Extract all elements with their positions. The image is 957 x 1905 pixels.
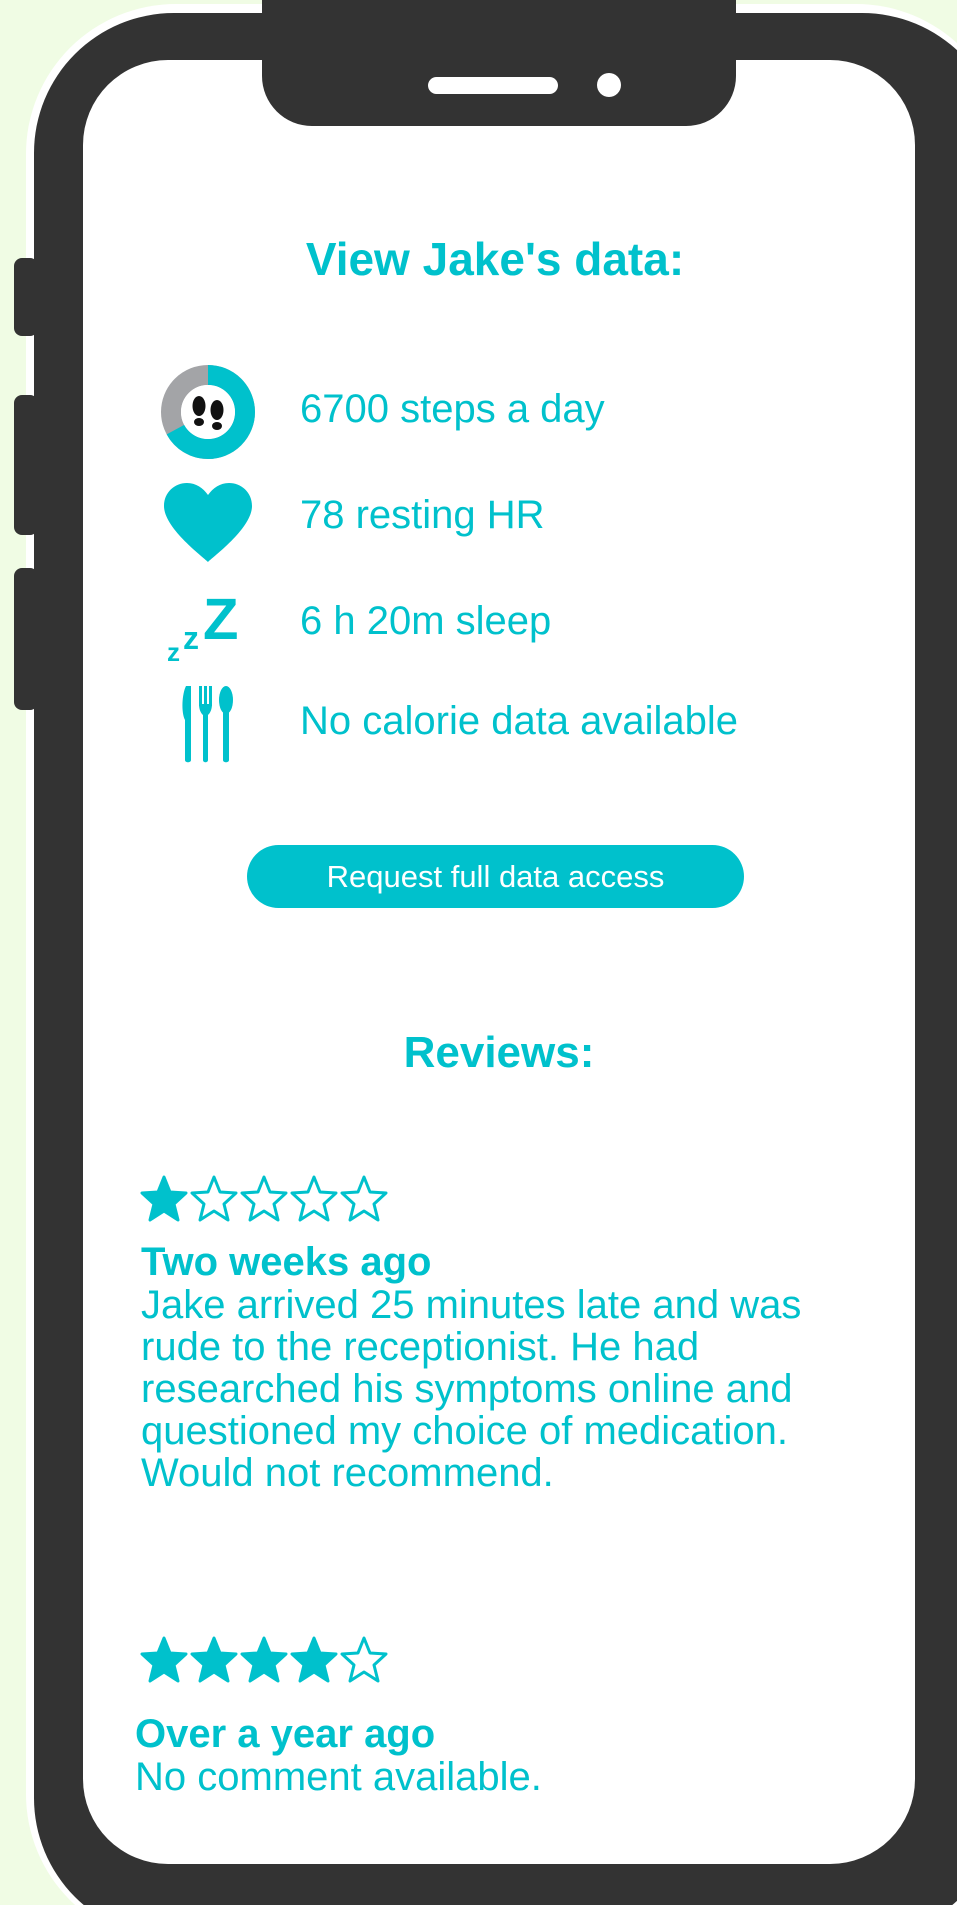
star-filled-icon xyxy=(190,1636,238,1683)
review-date: Over a year ago xyxy=(135,1712,436,1756)
star-filled-icon xyxy=(140,1175,188,1222)
review-rating xyxy=(140,1635,388,1683)
phone-notch xyxy=(262,0,736,126)
star-outline-icon xyxy=(190,1175,238,1222)
cutlery-icon xyxy=(160,684,256,764)
review-date: Two weeks ago xyxy=(141,1240,432,1284)
sleep-zzz-icon: z z Z xyxy=(160,583,256,665)
page-title: View Jake's data: xyxy=(305,233,685,285)
phone-screen xyxy=(83,60,915,1864)
star-filled-icon xyxy=(140,1636,188,1683)
sleep-icon-letter-medium: z xyxy=(183,620,199,656)
star-filled-icon xyxy=(290,1636,338,1683)
reviews-heading: Reviews: xyxy=(403,1028,595,1077)
steps-stat: 6700 steps a day xyxy=(300,387,605,431)
speaker-grille xyxy=(428,77,558,94)
heart-icon xyxy=(160,478,256,568)
review-comment: Jake arrived 25 minutes late and was rud… xyxy=(141,1283,802,1495)
sleep-icon-letter-large: Z xyxy=(203,587,238,652)
star-outline-icon xyxy=(340,1636,388,1683)
front-camera xyxy=(597,73,621,97)
sleep-icon-letter-small: z xyxy=(167,637,180,665)
review-rating xyxy=(140,1174,388,1222)
star-filled-icon xyxy=(240,1636,288,1683)
request-full-data-access-button[interactable]: Request full data access xyxy=(247,845,744,908)
stage: View Jake's data: 6700 steps a day 78 re… xyxy=(0,0,957,1905)
review-comment: No comment available. xyxy=(135,1755,542,1799)
footsteps-progress-icon xyxy=(160,364,256,460)
sleep-stat: 6 h 20m sleep xyxy=(300,599,552,643)
star-outline-icon xyxy=(240,1175,288,1222)
star-outline-icon xyxy=(290,1175,338,1222)
star-outline-icon xyxy=(340,1175,388,1222)
resting-hr-stat: 78 resting HR xyxy=(300,493,545,537)
calorie-stat: No calorie data available xyxy=(300,699,739,743)
